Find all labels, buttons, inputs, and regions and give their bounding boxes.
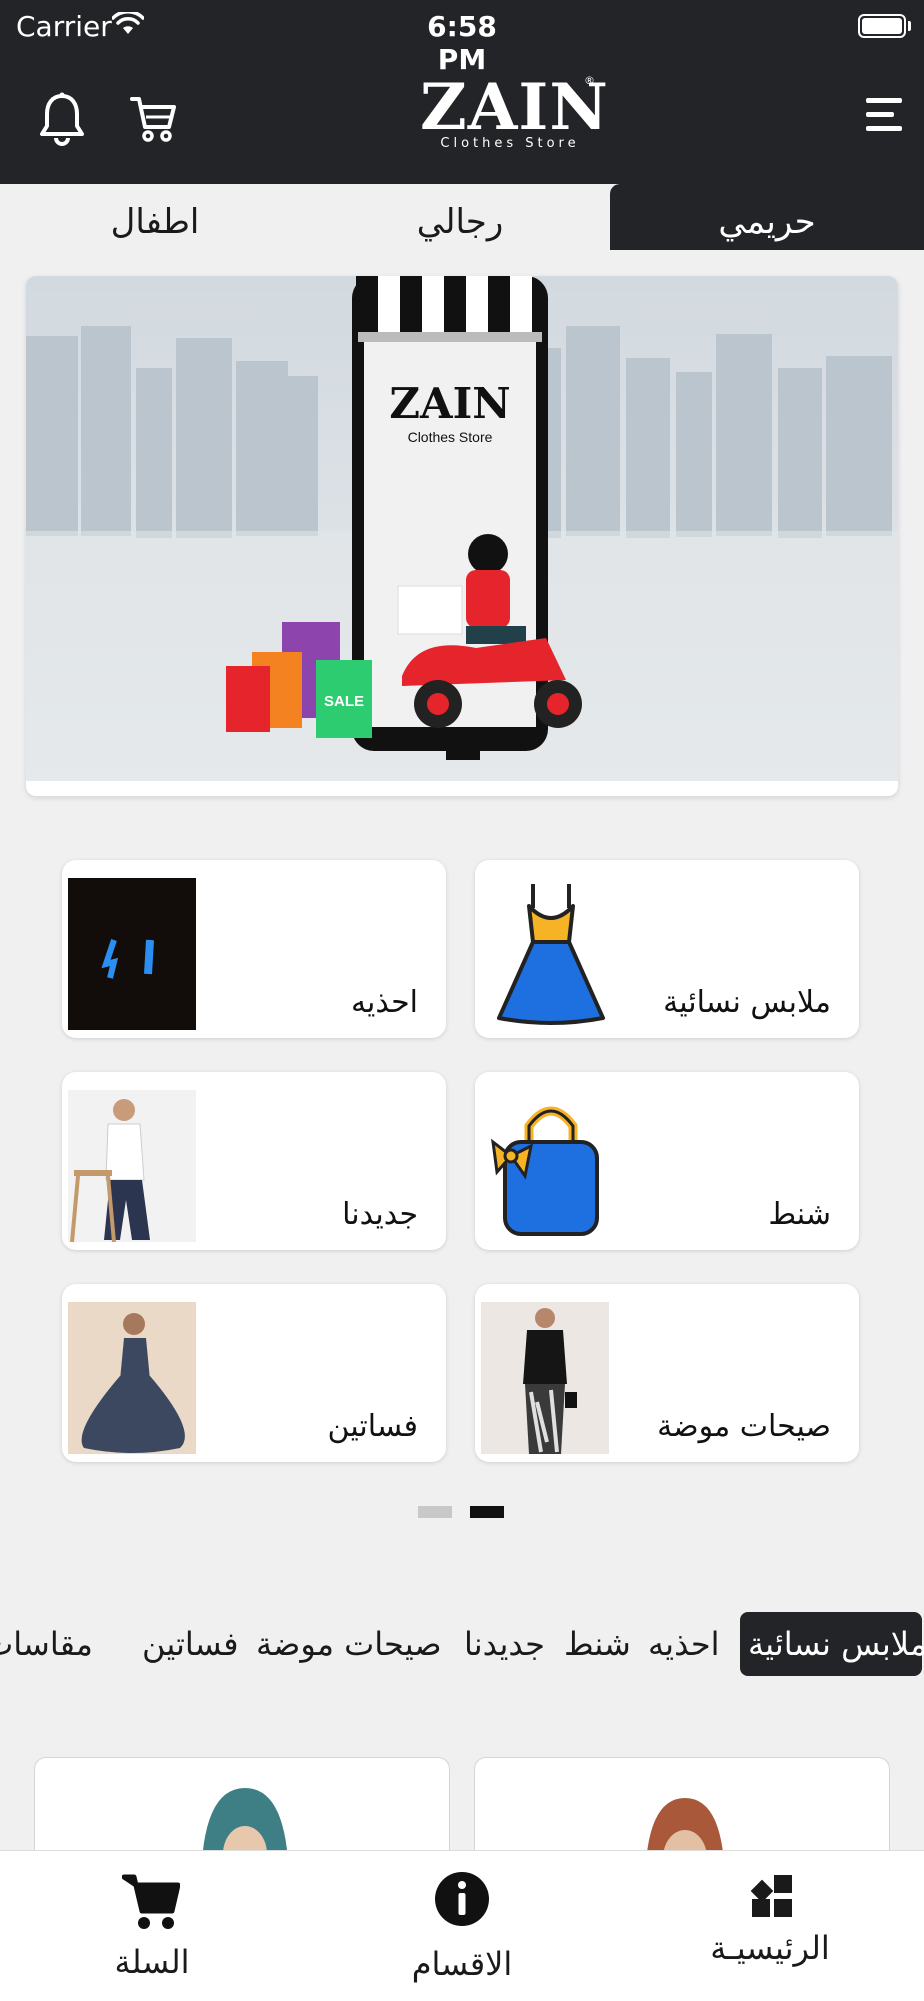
banner-logo-subtitle: Clothes Store xyxy=(408,429,493,445)
nav-home[interactable]: الرئيسيـة xyxy=(670,1851,870,2001)
handbag-icon xyxy=(491,1106,599,1236)
category-label: ملابس نسائية xyxy=(663,985,831,1020)
logo-subtitle: Clothes Store xyxy=(440,136,580,151)
dresses-photo xyxy=(68,1302,196,1454)
category-label: جديدنا xyxy=(342,1197,418,1232)
nav-categories-label: الاقسام xyxy=(411,1945,513,1983)
clock: 6:58 PM xyxy=(427,10,497,76)
promo-banner[interactable]: SALE ZAIN Clothes Store xyxy=(26,276,898,796)
nav-home-label: الرئيسيـة xyxy=(710,1929,830,1967)
shoes-photo xyxy=(68,878,196,1030)
nav-cart[interactable]: السلة xyxy=(52,1851,252,2001)
tab-women[interactable]: حريمي xyxy=(610,184,924,250)
new-arrivals-photo xyxy=(68,1090,196,1242)
banner-logo-title: ZAIN xyxy=(389,379,510,428)
chip-shoes[interactable]: احذيه xyxy=(648,1612,720,1676)
battery-icon xyxy=(858,14,906,38)
pager-dot-2-active[interactable] xyxy=(470,1506,504,1518)
category-label: فساتين xyxy=(327,1409,418,1444)
category-chip-row[interactable]: ملابس نسائية احذيه شنط جديدنا صيحات موضة… xyxy=(0,1612,924,1676)
nav-cart-label: السلة xyxy=(114,1943,190,1981)
cart-icon[interactable] xyxy=(130,95,176,143)
status-bar: Carrier 6:58 PM xyxy=(0,0,924,76)
category-card-women-clothes[interactable]: ملابس نسائية xyxy=(475,860,859,1038)
cart-icon xyxy=(122,1874,180,1929)
grid-home-icon xyxy=(750,1875,792,1917)
chip-dresses[interactable]: فساتين xyxy=(142,1612,239,1676)
tab-men[interactable]: رجالي xyxy=(310,184,610,250)
category-label: صيحات موضة xyxy=(657,1409,831,1444)
hamburger-menu-icon[interactable] xyxy=(866,98,902,140)
tab-kids[interactable]: اطفال xyxy=(0,184,310,250)
dress-icon xyxy=(497,884,605,1025)
bottom-navigation: الرئيسيـة الاقسام السلة xyxy=(0,1850,924,2001)
category-label: شنط xyxy=(768,1197,831,1232)
chip-women-clothes[interactable]: ملابس نسائية xyxy=(740,1612,924,1676)
chip-new[interactable]: جديدنا xyxy=(464,1612,545,1676)
category-card-bags[interactable]: شنط xyxy=(475,1072,859,1250)
carrier-label: Carrier xyxy=(16,10,112,43)
chip-trends[interactable]: صيحات موضة xyxy=(256,1612,442,1676)
banner-illustration: SALE ZAIN Clothes Store xyxy=(26,276,898,781)
category-label: احذيه xyxy=(350,985,418,1020)
nav-categories[interactable]: الاقسام xyxy=(362,1851,562,2001)
pager-dot-1[interactable] xyxy=(418,1506,452,1518)
wifi-icon xyxy=(112,12,144,34)
fashion-trends-photo xyxy=(481,1302,609,1454)
category-card-new-arrivals[interactable]: جديدنا xyxy=(62,1072,446,1250)
logo-registered-mark: ® xyxy=(584,74,595,87)
chip-bags[interactable]: شنط xyxy=(564,1612,631,1676)
category-card-shoes[interactable]: احذيه xyxy=(62,860,446,1038)
sale-tag: SALE xyxy=(324,693,364,710)
info-icon xyxy=(435,1872,489,1926)
category-card-fashion-trends[interactable]: صيحات موضة xyxy=(475,1284,859,1462)
chip-plus-sizes[interactable]: مقاسات كبيرة xyxy=(0,1612,93,1676)
battery-tip xyxy=(908,21,911,31)
logo[interactable]: ZAIN xyxy=(420,76,608,140)
bell-icon[interactable] xyxy=(38,92,86,148)
category-card-dresses[interactable]: فساتين xyxy=(62,1284,446,1462)
